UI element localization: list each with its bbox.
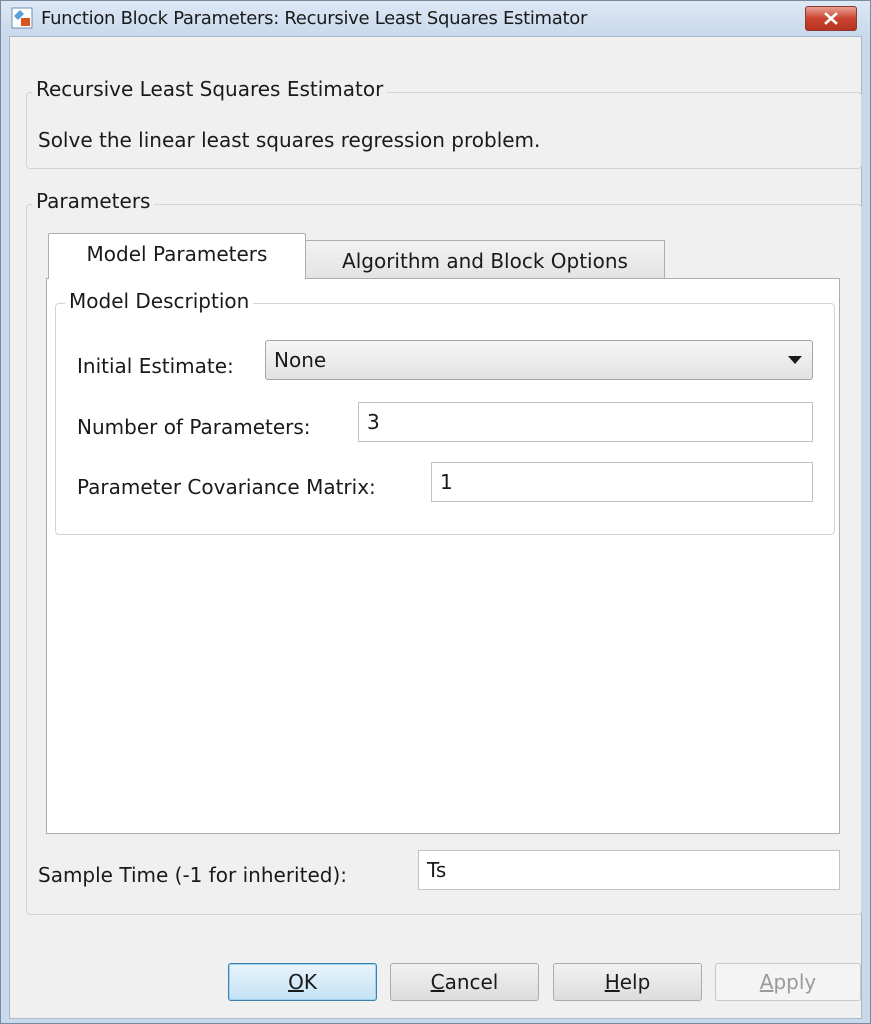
model-description-group-title: Model Description — [65, 289, 254, 313]
cancel-mnemonic: C — [430, 970, 445, 994]
tab-model-parameters[interactable]: Model Parameters — [48, 233, 306, 279]
apply-mnemonic: A — [759, 970, 774, 994]
tab-algorithm-and-block-options[interactable]: Algorithm and Block Options — [306, 240, 665, 280]
dialog-window: Function Block Parameters: Recursive Lea… — [0, 0, 871, 1024]
parameters-group-title: Parameters — [32, 189, 155, 213]
covariance-matrix-field[interactable]: 1 — [431, 462, 813, 502]
chevron-down-icon — [788, 356, 802, 364]
help-label-rest: elp — [619, 970, 651, 994]
sample-time-label: Sample Time (-1 for inherited): — [38, 863, 347, 887]
dialog-client-area: Recursive Least Squares Estimator Solve … — [9, 36, 862, 1019]
initial-estimate-select[interactable]: None — [265, 340, 813, 380]
window-title: Function Block Parameters: Recursive Lea… — [41, 8, 588, 29]
sample-time-field[interactable]: Ts — [418, 850, 840, 890]
title-bar[interactable]: Function Block Parameters: Recursive Lea… — [1, 1, 870, 35]
apply-button[interactable]: Apply — [715, 963, 861, 1001]
simulink-block-icon — [11, 7, 33, 29]
initial-estimate-label: Initial Estimate: — [77, 354, 234, 378]
cancel-button[interactable]: Cancel — [390, 963, 539, 1001]
ok-label-rest: K — [303, 970, 317, 994]
covariance-matrix-label: Parameter Covariance Matrix: — [77, 475, 376, 499]
number-of-parameters-field[interactable]: 3 — [358, 402, 813, 442]
help-mnemonic: H — [604, 970, 620, 994]
description-text: Solve the linear least squares regressio… — [38, 128, 541, 152]
ok-button[interactable]: OK — [228, 963, 377, 1001]
close-button[interactable] — [805, 6, 857, 31]
help-button[interactable]: Help — [553, 963, 702, 1001]
apply-label-rest: pply — [773, 970, 817, 994]
description-group-title: Recursive Least Squares Estimator — [32, 77, 388, 101]
model-parameters-panel: Model Description Initial Estimate: None… — [46, 278, 840, 834]
initial-estimate-value: None — [274, 348, 327, 372]
close-icon — [824, 12, 838, 25]
number-of-parameters-label: Number of Parameters: — [77, 415, 311, 439]
ok-mnemonic: O — [288, 970, 304, 994]
cancel-label-rest: ancel — [444, 970, 499, 994]
